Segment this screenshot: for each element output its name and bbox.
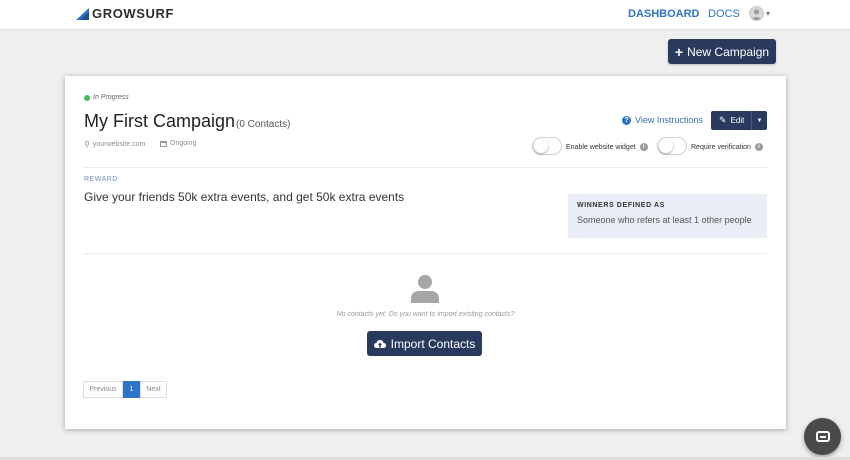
edit-label: Edit [730, 116, 745, 125]
import-contacts-button[interactable]: Import Contacts [367, 331, 482, 356]
winners-text: Someone who refers at least 1 other peop… [577, 215, 752, 225]
view-instructions-label: View Instructions [635, 115, 703, 125]
pagination-page-1[interactable]: 1 [123, 381, 140, 398]
pagination: Previous 1 Next [83, 381, 167, 398]
pagination-next[interactable]: Next [140, 381, 167, 398]
require-verification-label-group: Require verification i [691, 143, 763, 151]
empty-user-icon [411, 275, 439, 303]
view-instructions-link[interactable]: ? View Instructions [622, 115, 703, 125]
status-badge: In Progress [84, 94, 129, 101]
edit-button-group: ✎ Edit ▼ [711, 111, 767, 130]
campaign-duration: Ongoing [160, 140, 196, 147]
winners-title: WINNERS DEFINED AS [577, 202, 665, 209]
website-widget-label: Enable website widget [566, 143, 636, 151]
status-dot-icon [84, 94, 90, 101]
nav-docs-link[interactable]: DOCS [708, 8, 740, 20]
campaign-title[interactable]: My First Campaign [84, 111, 235, 132]
cloud-upload-icon [373, 339, 386, 348]
website-widget-toggle[interactable] [532, 137, 562, 155]
info-icon[interactable]: i [639, 143, 648, 151]
edit-dropdown-caret-icon[interactable]: ▼ [752, 118, 767, 124]
question-icon: ? [622, 115, 631, 125]
reward-text: Give your friends 50k extra events, and … [84, 190, 405, 204]
require-verification-toggle[interactable] [657, 137, 687, 155]
edit-button[interactable]: ✎ Edit [711, 115, 751, 126]
nav-dashboard-link[interactable]: DASHBOARD [628, 8, 700, 20]
winners-box: WINNERS DEFINED AS Someone who refers at… [568, 194, 767, 238]
logo-wave-icon [76, 7, 89, 20]
website-widget-label-group: Enable website widget i [566, 143, 648, 151]
new-campaign-label: New Campaign [687, 44, 770, 59]
calendar-icon [160, 141, 167, 147]
brand-name: GROWSURF [92, 6, 175, 21]
user-menu-caret-icon[interactable]: ▾ [766, 9, 770, 18]
chat-launcher-button[interactable] [804, 418, 841, 455]
website-label: yourwebsite.com [92, 141, 146, 148]
import-contacts-label: Import Contacts [390, 336, 476, 351]
link-icon: ⚲ [84, 140, 90, 149]
reward-label: REWARD [84, 176, 118, 183]
pagination-previous[interactable]: Previous [83, 381, 123, 398]
brand-logo[interactable]: GROWSURF [76, 6, 174, 21]
user-icon [751, 9, 762, 20]
campaign-card: In Progress My First Campaign (0 Contact… [65, 76, 786, 429]
divider [83, 167, 767, 168]
duration-label: Ongoing [170, 140, 197, 147]
divider [83, 253, 767, 254]
chat-icon [815, 431, 830, 442]
campaign-website[interactable]: ⚲ yourwebsite.com [84, 140, 145, 149]
require-verification-label: Require verification [691, 143, 751, 151]
contacts-count: (0 Contacts) [236, 119, 291, 130]
toggle-knob [659, 139, 673, 153]
status-label: In Progress [93, 94, 129, 101]
user-avatar[interactable] [749, 6, 764, 21]
toggle-knob [534, 139, 548, 153]
pencil-icon: ✎ [719, 115, 727, 125]
info-icon[interactable]: i [754, 143, 763, 151]
plus-icon: + [674, 43, 684, 60]
new-campaign-button[interactable]: + New Campaign [668, 39, 776, 64]
top-nav: GROWSURF DASHBOARD DOCS ▾ [0, 0, 850, 30]
empty-state-text: No contacts yet. Do you want to import e… [336, 311, 515, 318]
